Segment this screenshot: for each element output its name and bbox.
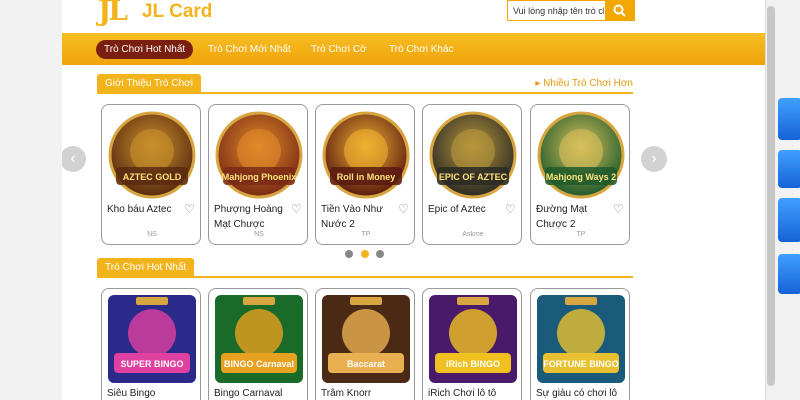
more-games-link[interactable]: ▸ Nhiều Trò Chơi Hơn [535, 78, 633, 89]
header: JL JL Card [62, 0, 765, 30]
game-title[interactable]: Trâm Knorr [321, 386, 411, 400]
game-title[interactable]: Phượng Hoàng Mạt Chược [214, 202, 286, 232]
game-thumbnail[interactable]: SUPER BINGO [108, 295, 196, 383]
heart-icon[interactable]: ♡ [291, 202, 302, 216]
search-button[interactable] [605, 0, 635, 21]
game-card[interactable]: SUPER BINGO Siêu Bingo [101, 288, 201, 400]
more-games-label: Nhiều Trò Chơi Hơn [543, 78, 633, 89]
nav-other-games[interactable]: Trò Chơi Khác [389, 40, 454, 59]
game-card[interactable]: Baccarat Trâm Knorr [315, 288, 415, 400]
game-art-text: Baccarat [347, 359, 385, 369]
game-art-text: BINGO Carnaval [224, 359, 294, 369]
game-provider: Askme [462, 231, 484, 238]
side-decoration [778, 98, 800, 140]
scrollbar-thumb[interactable] [767, 6, 775, 386]
game-title[interactable]: Epic of Aztec [428, 202, 500, 217]
intro-section-title: Giới Thiệu Trò Chơi [97, 74, 201, 94]
left-gutter [0, 0, 62, 400]
hot-section-header: Trò Chơi Hot Nhất [97, 258, 633, 278]
game-art-text: SUPER BINGO [120, 359, 183, 369]
carousel-dot[interactable] [345, 250, 353, 258]
game-thumbnail[interactable]: AZTEC GOLD [108, 111, 196, 199]
carousel-prev-button[interactable]: ‹ [62, 146, 86, 172]
game-title[interactable]: Siêu Bingo [107, 386, 197, 400]
nav-board-games[interactable]: Trò Chơi Cờ [311, 40, 367, 59]
game-card[interactable]: AZTEC GOLD Kho báu Aztec ♡ NS [101, 104, 201, 245]
game-provider: TP [361, 231, 371, 238]
game-card[interactable]: iRich BINGO iRich Chơi lô tô [422, 288, 522, 400]
game-thumbnail[interactable]: Mahjong Phoenix [215, 111, 303, 199]
game-title[interactable]: Tiền Vào Như Nước 2 [321, 202, 393, 232]
game-card[interactable]: BINGO Carnaval Bingo Carnaval [208, 288, 308, 400]
nav-hot-games[interactable]: Trò Chơi Hot Nhất [96, 40, 194, 59]
game-card[interactable]: Mahjong Ways 2 Đường Mạt Chược 2 ♡ TP [530, 104, 630, 245]
logo-text[interactable]: JL Card [142, 1, 212, 23]
heart-icon[interactable]: ♡ [505, 202, 516, 216]
game-art-text: Mahjong Ways 2 [546, 172, 616, 182]
chevron-left-icon: ‹ [70, 150, 76, 167]
hot-section-title: Trò Chơi Hot Nhất [97, 258, 195, 278]
game-provider: TP [576, 231, 586, 238]
search-box [507, 0, 635, 21]
game-thumbnail[interactable]: EPIC OF AZTEC [429, 111, 517, 199]
side-decoration [778, 254, 800, 294]
heart-icon[interactable]: ♡ [184, 202, 195, 216]
game-thumbnail[interactable]: Baccarat [322, 295, 410, 383]
game-art-text: AZTEC GOLD [123, 172, 182, 182]
game-title[interactable]: Bingo Carnaval [214, 386, 304, 400]
game-title[interactable]: Kho báu Aztec [107, 202, 179, 217]
game-art-text: Roll in Money [337, 172, 396, 182]
carousel-next-button[interactable]: › [641, 146, 667, 172]
game-thumbnail[interactable]: Mahjong Ways 2 [537, 111, 625, 199]
game-thumbnail[interactable]: iRich BINGO [429, 295, 517, 383]
side-decoration [778, 150, 800, 188]
game-card[interactable]: Roll in Money Tiền Vào Như Nước 2 ♡ TP [315, 104, 415, 245]
game-card[interactable]: FORTUNE BINGO Sự giàu có chơi lô tô [530, 288, 630, 400]
game-provider: NS [147, 231, 157, 238]
game-card[interactable]: EPIC OF AZTEC Epic of Aztec ♡ Askme [422, 104, 522, 245]
game-card[interactable]: Mahjong Phoenix Phượng Hoàng Mạt Chược ♡ NS [208, 104, 308, 245]
heart-icon[interactable]: ♡ [613, 202, 624, 216]
search-icon [613, 4, 626, 17]
logo-mark[interactable]: JL [98, 0, 128, 27]
intro-section-header: Giới Thiệu Trò Chơi ▸ Nhiều Trò Chơi Hơn [97, 74, 633, 94]
nav-new-games[interactable]: Trò Chơi Mới Nhất [208, 40, 291, 59]
scrollbar[interactable] [765, 0, 775, 400]
carousel-dot[interactable] [376, 250, 384, 258]
game-thumbnail[interactable]: FORTUNE BINGO [537, 295, 625, 383]
heart-icon[interactable]: ♡ [398, 202, 409, 216]
game-art-text: EPIC OF AZTEC [439, 172, 508, 182]
carousel-dot[interactable] [361, 250, 369, 258]
game-title[interactable]: Đường Mạt Chược 2 [536, 202, 608, 232]
main-nav: Trò Chơi Hot Nhất Trò Chơi Mới Nhất Trò … [62, 33, 765, 65]
game-title[interactable]: iRich Chơi lô tô [428, 386, 518, 400]
page: JL JL Card Trò Chơi Hot Nhất Trò Chơi Mớ… [62, 0, 765, 400]
side-decoration [778, 198, 800, 242]
search-input[interactable] [508, 1, 604, 20]
game-provider: NS [254, 231, 264, 238]
game-thumbnail[interactable]: Roll in Money [322, 111, 410, 199]
chevron-right-icon: › [651, 150, 657, 167]
game-art-text: FORTUNE BINGO [543, 359, 619, 369]
game-title[interactable]: Sự giàu có chơi lô tô [536, 386, 626, 400]
game-thumbnail[interactable]: BINGO Carnaval [215, 295, 303, 383]
game-art-text: iRich BINGO [446, 359, 500, 369]
game-art-text: Mahjong Phoenix [222, 172, 297, 182]
